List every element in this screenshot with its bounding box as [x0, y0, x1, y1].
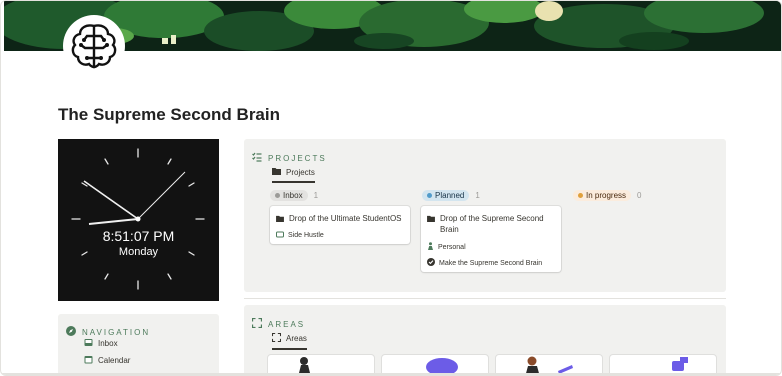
group-count: 1 — [313, 191, 319, 200]
section-divider — [244, 298, 726, 299]
clock-day: Monday — [118, 246, 159, 258]
projects-heading-label: PROJECTS — [268, 153, 327, 163]
card-area-label: Personal — [438, 243, 466, 251]
folder-icon — [276, 213, 284, 225]
card-task-label: Make the Supreme Second Brain — [439, 259, 543, 267]
areas-view-tab[interactable]: Areas — [271, 332, 307, 350]
projects-view-tab-label: Projects — [286, 167, 315, 177]
nav-item-calendar[interactable]: Calendar — [84, 355, 130, 366]
group-count: 1 — [475, 191, 480, 200]
card-area-label: Side Hustle — [288, 232, 324, 239]
card-area-relation[interactable]: Side Hustle — [276, 231, 324, 240]
status-badge-inbox: Inbox — [270, 190, 308, 201]
projects-panel: PROJECTS Projects Inbox 1 Planned 1 In p… — [244, 139, 726, 292]
link-icon — [276, 231, 284, 240]
group-planned[interactable]: Planned 1 — [422, 190, 480, 201]
expand-icon — [271, 332, 282, 344]
navigation-panel: NAVIGATION Inbox Calendar — [58, 314, 219, 375]
projects-view-tab[interactable]: Projects — [272, 167, 315, 183]
clock-face — [71, 148, 205, 290]
calendar-icon — [84, 355, 93, 366]
areas-view-tab-label: Areas — [286, 334, 307, 343]
checklist-icon — [252, 149, 262, 167]
card-title: Drop of the Ultimate StudentOS — [289, 214, 402, 223]
check-circle-icon — [427, 258, 435, 268]
status-badge-in-progress: In progress — [573, 190, 632, 201]
group-in-progress[interactable]: In progress 0 — [573, 190, 641, 201]
group-count: 0 — [637, 191, 642, 200]
nav-item-label: Calendar — [98, 356, 131, 365]
clock-time: 8:51:07 PM — [102, 228, 175, 244]
person-icon — [427, 242, 434, 252]
projects-heading: PROJECTS — [252, 149, 327, 167]
folder-icon — [427, 213, 435, 235]
areas-panel: AREAS Areas — [244, 305, 726, 375]
group-inbox[interactable]: Inbox 1 — [270, 190, 318, 201]
nav-item-inbox[interactable]: Inbox — [84, 338, 118, 349]
areas-heading: AREAS — [251, 315, 306, 333]
compass-icon — [66, 323, 76, 341]
clock-widget: 8:51:07 PM Monday — [58, 139, 219, 301]
expand-icon — [251, 315, 263, 333]
areas-heading-label: AREAS — [268, 319, 306, 329]
brain-logo-icon — [63, 15, 125, 77]
inbox-icon — [84, 338, 93, 349]
card-area-relation[interactable]: Personal — [427, 242, 466, 252]
card-title-row: Drop of the Supreme Second Brain — [427, 213, 555, 235]
status-badge-planned: Planned — [422, 190, 470, 201]
card-title-row: Drop of the Ultimate StudentOS — [276, 213, 402, 225]
project-card[interactable]: Drop of the Supreme Second Brain Persona… — [421, 206, 561, 272]
page-window: The Supreme Second Brain 8:51:07 PM Mond… — [0, 0, 782, 376]
navigation-heading-label: NAVIGATION — [82, 327, 151, 337]
card-task-relation[interactable]: Make the Supreme Second Brain — [427, 258, 542, 268]
nav-item-label: Inbox — [98, 339, 118, 348]
project-card[interactable]: Drop of the Ultimate StudentOS Side Hust… — [270, 206, 410, 244]
folder-icon — [272, 167, 281, 177]
card-title: Drop of the Supreme Second Brain — [440, 214, 544, 234]
page-title: The Supreme Second Brain — [58, 105, 280, 124]
